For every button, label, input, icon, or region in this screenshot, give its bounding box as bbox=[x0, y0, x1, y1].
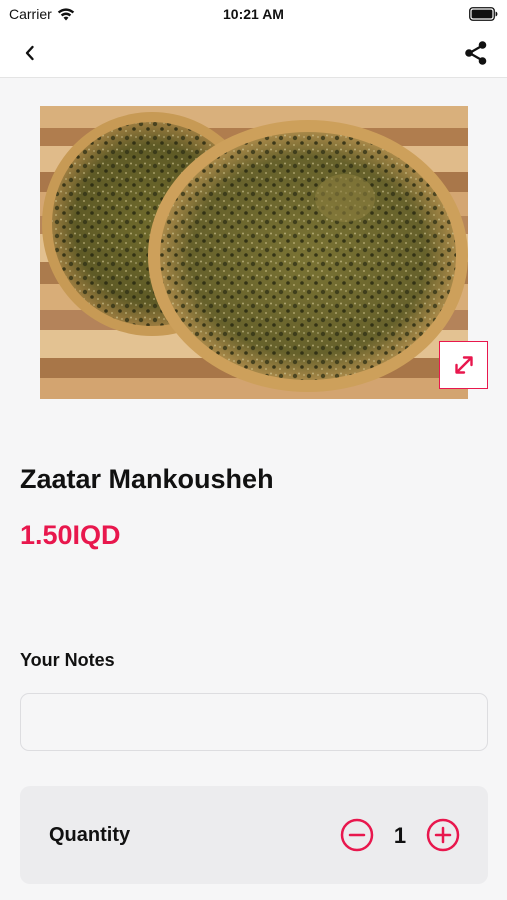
notes-label: Your Notes bbox=[20, 650, 115, 670]
quantity-value: 1 bbox=[393, 823, 407, 848]
quantity-card: Quantity 1 bbox=[20, 786, 488, 884]
navigation-bar bbox=[0, 28, 507, 78]
status-time: 10:21 AM bbox=[223, 6, 284, 22]
minus-circle-icon[interactable] bbox=[340, 818, 374, 852]
quantity-label: Quantity bbox=[49, 824, 131, 846]
notes-input[interactable] bbox=[20, 693, 488, 751]
expand-arrows-icon bbox=[454, 356, 473, 374]
share-icon bbox=[465, 41, 487, 65]
back-button[interactable] bbox=[14, 38, 46, 68]
product-image bbox=[40, 106, 468, 399]
status-bar: Carrier 10:21 AM bbox=[0, 0, 507, 28]
share-button[interactable] bbox=[461, 38, 491, 68]
chevron-left-icon bbox=[25, 45, 34, 61]
zaatar-flatbread-photo bbox=[40, 106, 468, 399]
product-price: 1.50IQD bbox=[20, 520, 121, 550]
product-name: Zaatar Mankousheh bbox=[20, 464, 274, 494]
battery-icon bbox=[469, 7, 498, 21]
expand-image-button[interactable] bbox=[439, 341, 488, 389]
plus-circle-icon[interactable] bbox=[426, 818, 460, 852]
